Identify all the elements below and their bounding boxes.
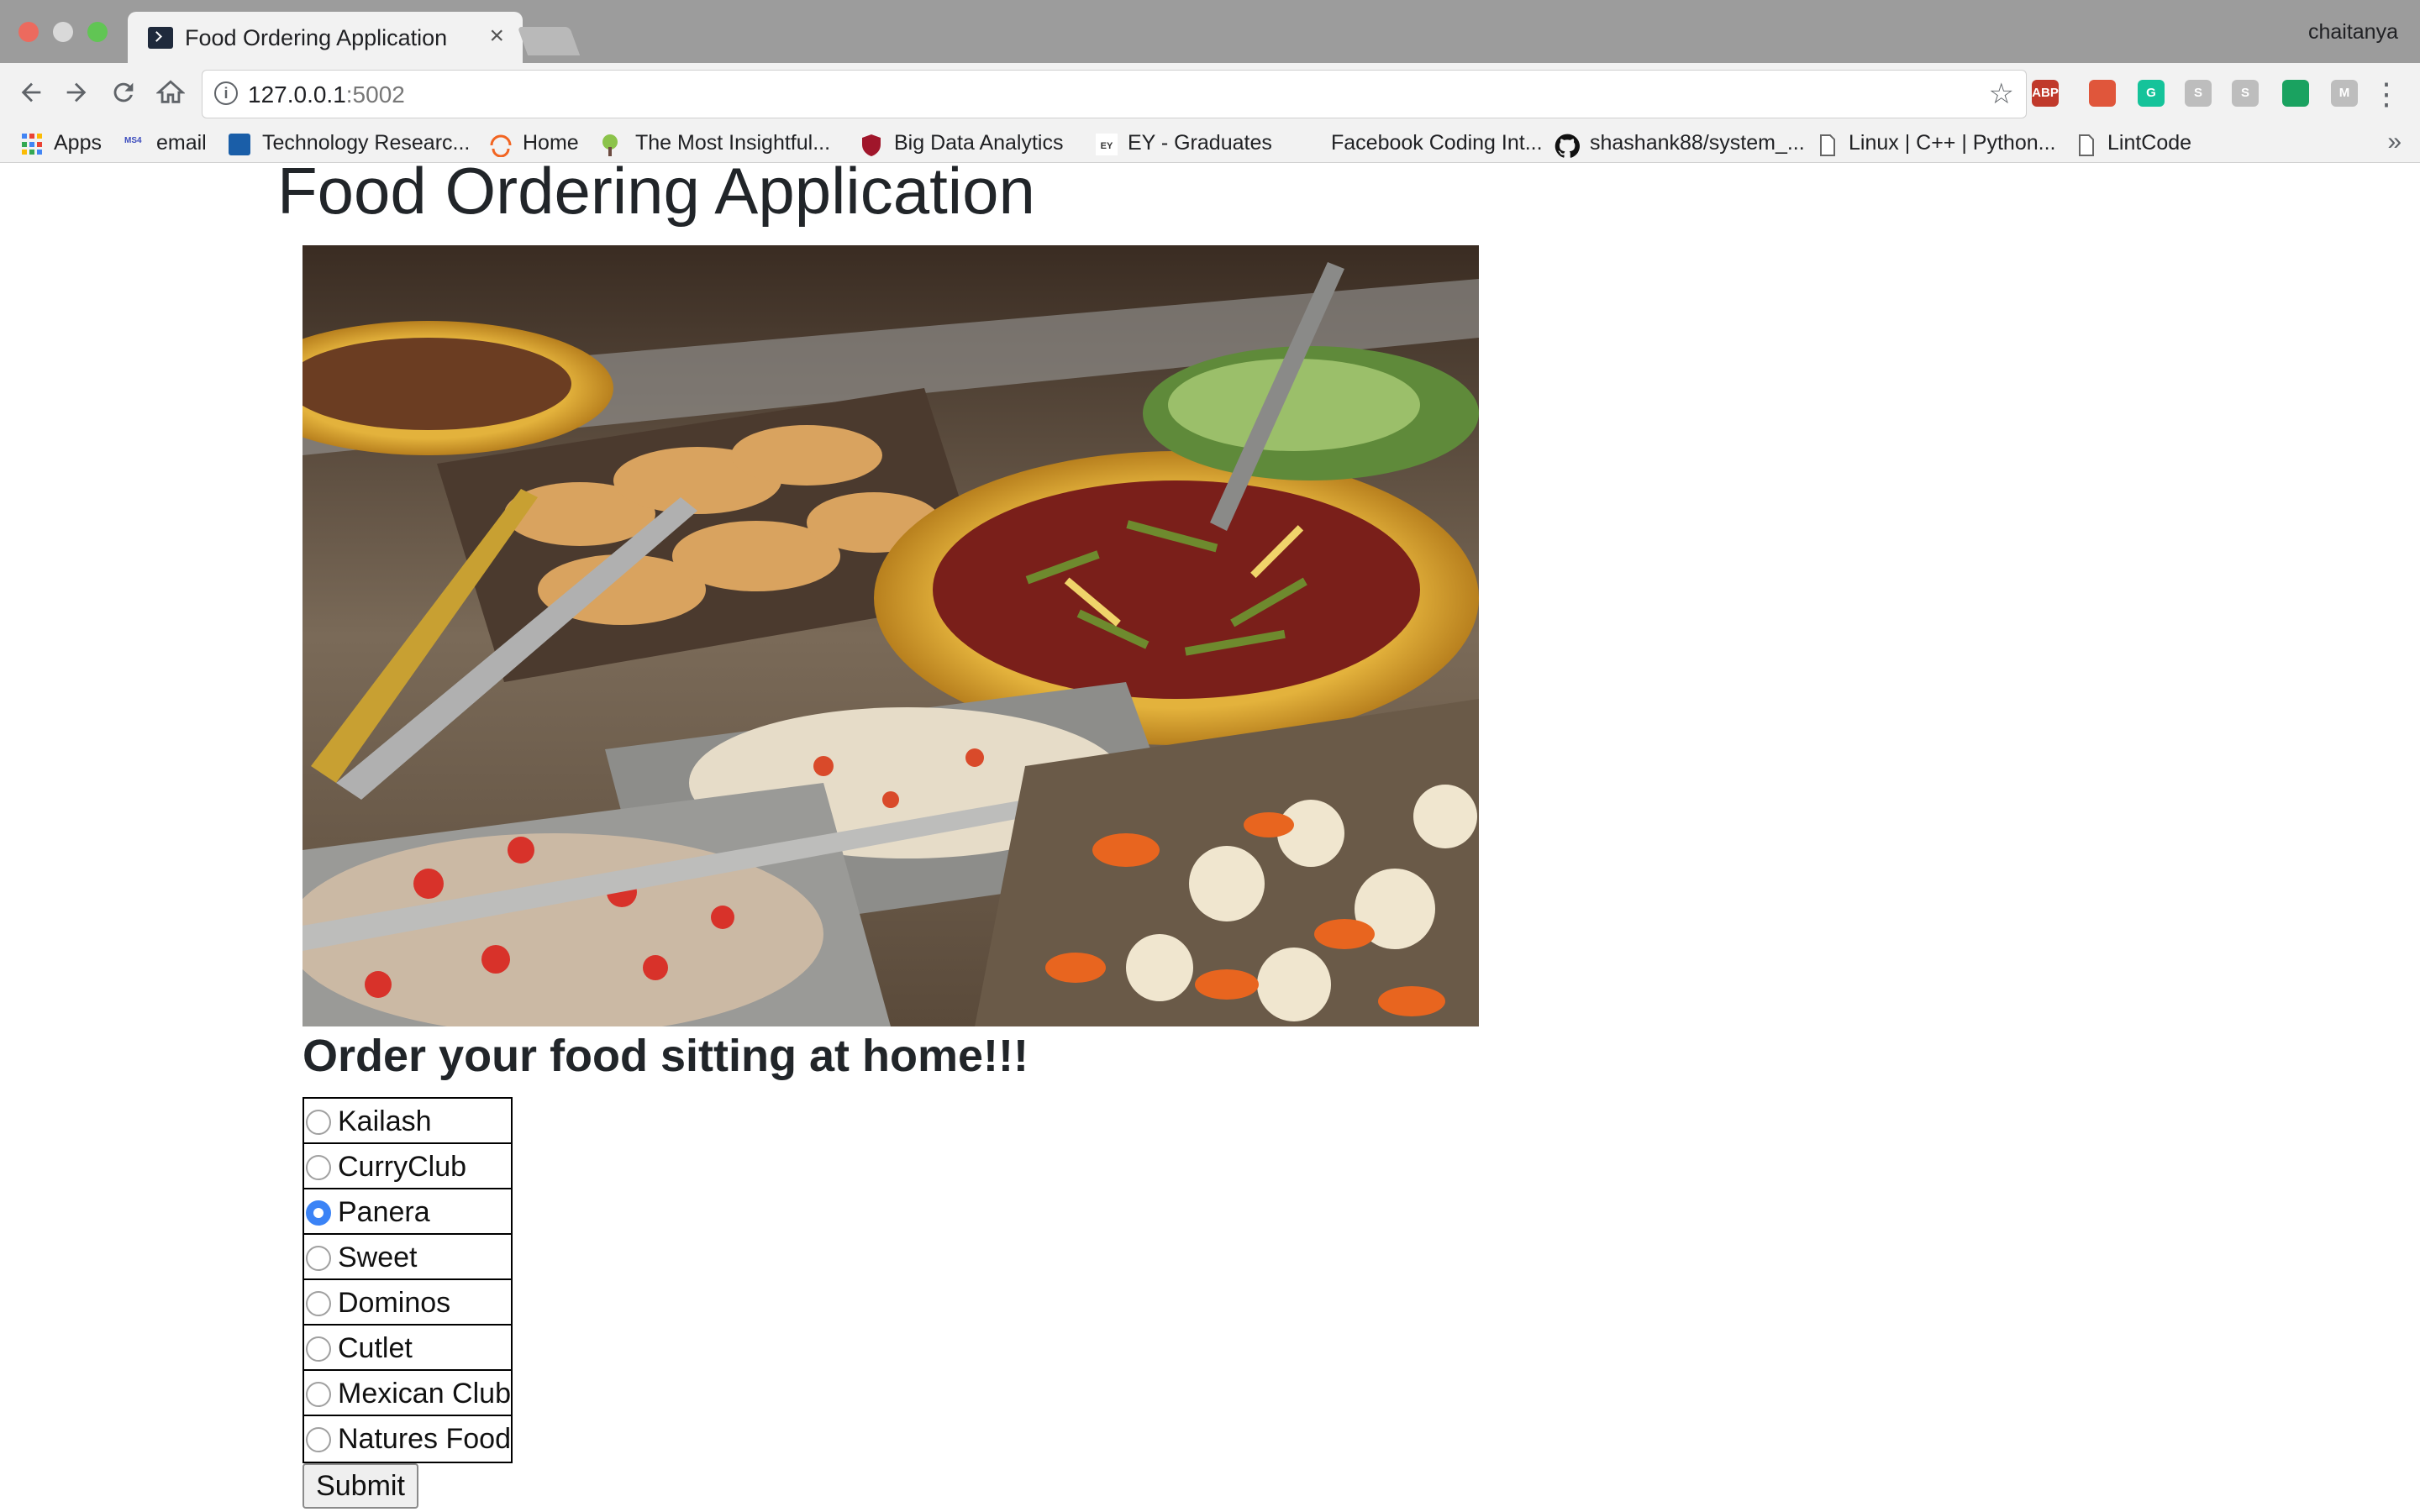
ga-logo-icon xyxy=(229,134,250,155)
bookmark-big-data-analytics[interactable]: Big Data Analytics xyxy=(894,131,1064,155)
url-port: :5002 xyxy=(345,81,405,108)
bookmark-red-icon[interactable] xyxy=(2089,80,2116,107)
browser-titlebar: Food Ordering Application × chaitanya xyxy=(0,0,2420,63)
option-label: Cutlet xyxy=(338,1332,413,1364)
bookmark-shashank-system[interactable]: shashank88/system_... xyxy=(1590,131,1805,155)
more-bookmarks-icon[interactable]: » xyxy=(2387,128,2402,156)
bookmark-most-insightful[interactable]: The Most Insightful... xyxy=(635,131,830,155)
radio-button[interactable] xyxy=(306,1110,331,1135)
restaurant-option-kailash[interactable]: Kailash xyxy=(304,1099,511,1144)
radio-button[interactable] xyxy=(306,1382,331,1407)
option-label: Sweet xyxy=(338,1242,418,1273)
page-icon xyxy=(2077,134,2099,156)
browser-menu-icon[interactable]: ⋮ xyxy=(2371,76,2402,112)
adblock-plus-icon[interactable]: ABP xyxy=(2032,80,2059,107)
restaurant-option-cutlet[interactable]: Cutlet xyxy=(304,1326,511,1371)
restaurant-options-list: Kailash CurryClub Panera Sweet Dominos Cutlet… xyxy=(302,1097,513,1463)
radio-button[interactable] xyxy=(306,1336,331,1362)
ext-green-icon[interactable] xyxy=(2282,80,2309,107)
restaurant-option-mexican-club[interactable]: Mexican Club xyxy=(304,1371,511,1416)
browser-toolbar: i 127.0.0.1:5002 ☆ ABP G S S M ⋮ xyxy=(0,63,2420,126)
ey-logo-icon: EY xyxy=(1096,134,1118,155)
restaurant-option-panera[interactable]: Panera xyxy=(304,1189,511,1235)
radio-button[interactable] xyxy=(306,1427,331,1452)
food-buffet-image xyxy=(302,245,1479,1026)
restaurant-option-curryclub[interactable]: CurryClub xyxy=(304,1144,511,1189)
window-close-button[interactable] xyxy=(18,22,39,42)
submit-button[interactable]: Submit xyxy=(302,1463,418,1509)
window-minimize-button[interactable] xyxy=(53,22,73,42)
bookmark-facebook-coding[interactable]: Facebook Coding Int... xyxy=(1331,131,1543,155)
bookmark-home[interactable]: Home xyxy=(523,131,579,155)
window-maximize-button[interactable] xyxy=(87,22,108,42)
option-label: Dominos xyxy=(338,1287,451,1319)
site-info-icon[interactable]: i xyxy=(214,81,238,105)
restaurant-option-sweet[interactable]: Sweet xyxy=(304,1235,511,1280)
radio-button[interactable] xyxy=(306,1200,331,1226)
grammarly-icon[interactable]: G xyxy=(2138,80,2165,107)
ext-gray-1-icon[interactable]: S xyxy=(2185,80,2212,107)
reload-icon[interactable] xyxy=(109,78,138,112)
option-label: Natures Food xyxy=(338,1423,511,1455)
bookmark-linux-cpp-python[interactable]: Linux | C++ | Python... xyxy=(1849,131,2055,155)
tab-title: Food Ordering Application xyxy=(185,25,448,50)
option-label: Mexican Club xyxy=(338,1378,511,1410)
apps-grid-icon xyxy=(22,134,44,155)
url-host: 127.0.0.1 xyxy=(248,81,346,108)
radio-button[interactable] xyxy=(306,1291,331,1316)
bookmark-lintcode[interactable]: LintCode xyxy=(2107,131,2191,155)
bookmark-email[interactable]: email xyxy=(156,131,207,155)
bookmark-apps[interactable]: Apps xyxy=(54,131,102,155)
new-tab-button[interactable] xyxy=(517,27,581,55)
github-icon xyxy=(1555,134,1580,158)
back-arrow-icon[interactable] xyxy=(17,78,45,112)
option-label: Panera xyxy=(338,1196,430,1228)
address-bar[interactable]: i 127.0.0.1:5002 ☆ xyxy=(202,70,2027,118)
bookmark-technology-research[interactable]: Technology Researc... xyxy=(262,131,470,155)
radio-button[interactable] xyxy=(306,1246,331,1271)
page-title: Food Ordering Application xyxy=(277,154,1035,228)
terminal-favicon-icon xyxy=(148,27,173,49)
profile-name[interactable]: chaitanya xyxy=(2308,20,2398,45)
browser-tab-active[interactable]: Food Ordering Application × xyxy=(128,12,523,63)
option-label: Kailash xyxy=(338,1105,432,1137)
order-subtitle: Order your food sitting at home!!! xyxy=(302,1031,1028,1081)
forward-arrow-icon[interactable] xyxy=(62,78,91,112)
bookmark-star-icon[interactable]: ☆ xyxy=(1989,77,2014,111)
home-icon[interactable] xyxy=(155,78,186,112)
ms4-icon: MS4 xyxy=(124,136,142,145)
restaurant-option-natures-food[interactable]: Natures Food xyxy=(304,1416,511,1462)
skype-gray-icon[interactable]: S xyxy=(2232,80,2259,107)
bookmark-ey-graduates[interactable]: EY - Graduates xyxy=(1128,131,1272,155)
url-text: 127.0.0.1:5002 xyxy=(248,81,405,108)
restaurant-option-dominos[interactable]: Dominos xyxy=(304,1280,511,1326)
page-icon xyxy=(1818,134,1840,156)
option-label: CurryClub xyxy=(338,1151,467,1183)
radio-button[interactable] xyxy=(306,1155,331,1180)
ext-m-icon[interactable]: M xyxy=(2331,80,2358,107)
tab-close-icon[interactable]: × xyxy=(489,22,504,50)
